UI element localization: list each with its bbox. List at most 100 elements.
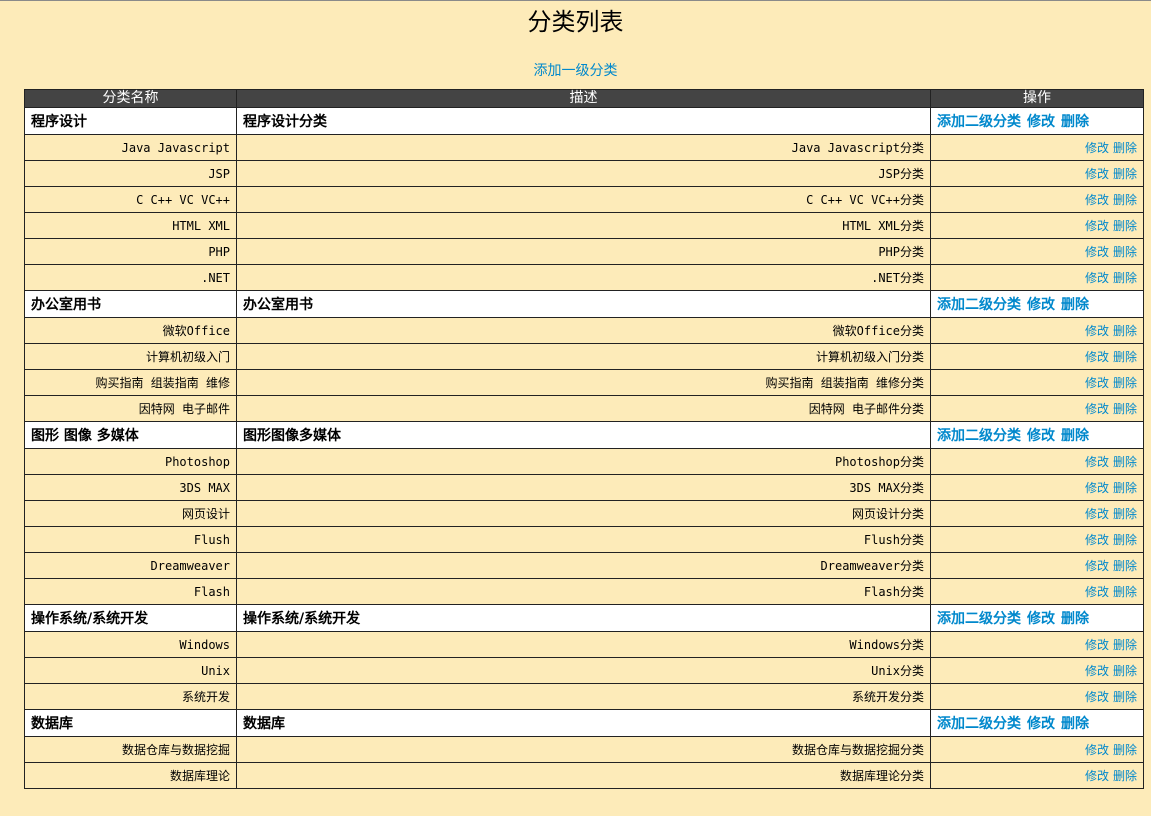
edit-link[interactable]: 修改 xyxy=(1085,376,1109,390)
category-actions: 添加二级分类 修改 删除 xyxy=(930,290,1144,318)
delete-link[interactable]: 删除 xyxy=(1113,402,1137,416)
category-actions: 修改 删除 xyxy=(930,474,1144,501)
category-description: 因特网 电子邮件分类 xyxy=(236,395,931,422)
edit-link[interactable]: 修改 xyxy=(1085,507,1109,521)
category-description: Java Javascript分类 xyxy=(236,134,931,161)
delete-link[interactable]: 删除 xyxy=(1113,664,1137,678)
category-actions: 修改 删除 xyxy=(930,552,1144,579)
category-description: Unix分类 xyxy=(236,657,931,684)
add-subcategory-link[interactable]: 添加二级分类 xyxy=(937,716,1021,732)
edit-link[interactable]: 修改 xyxy=(1085,219,1109,233)
delete-link[interactable]: 删除 xyxy=(1113,141,1137,155)
edit-link[interactable]: 修改 xyxy=(1085,193,1109,207)
delete-link[interactable]: 删除 xyxy=(1061,611,1089,627)
category-name: 数据库 xyxy=(24,709,237,737)
delete-link[interactable]: 删除 xyxy=(1113,193,1137,207)
category-description: 数据库 xyxy=(236,709,931,737)
delete-link[interactable]: 删除 xyxy=(1113,507,1137,521)
category-description: C C++ VC VC++分类 xyxy=(236,186,931,213)
edit-link[interactable]: 修改 xyxy=(1085,141,1109,155)
category-actions: 修改 删除 xyxy=(930,631,1144,658)
edit-link[interactable]: 修改 xyxy=(1085,455,1109,469)
add-subcategory-link[interactable]: 添加二级分类 xyxy=(937,428,1021,444)
delete-link[interactable]: 删除 xyxy=(1113,350,1137,364)
delete-link[interactable]: 删除 xyxy=(1113,585,1137,599)
delete-link[interactable]: 删除 xyxy=(1061,716,1089,732)
category-actions: 修改 删除 xyxy=(930,134,1144,161)
category-description: HTML XML分类 xyxy=(236,212,931,239)
category-name: Photoshop xyxy=(24,448,237,475)
delete-link[interactable]: 删除 xyxy=(1113,769,1137,783)
category-row-level2: 系统开发 系统开发分类 修改 删除 xyxy=(24,683,1144,710)
category-name: Unix xyxy=(24,657,237,684)
add-subcategory-link[interactable]: 添加二级分类 xyxy=(937,611,1021,627)
delete-link[interactable]: 删除 xyxy=(1113,690,1137,704)
delete-link[interactable]: 删除 xyxy=(1113,455,1137,469)
edit-link[interactable]: 修改 xyxy=(1085,559,1109,573)
edit-link[interactable]: 修改 xyxy=(1085,402,1109,416)
add-subcategory-link[interactable]: 添加二级分类 xyxy=(937,297,1021,313)
delete-link[interactable]: 删除 xyxy=(1113,559,1137,573)
category-description: Photoshop分类 xyxy=(236,448,931,475)
delete-link[interactable]: 删除 xyxy=(1113,743,1137,757)
category-name: Flash xyxy=(24,578,237,605)
category-name: 网页设计 xyxy=(24,500,237,527)
category-description: 网页设计分类 xyxy=(236,500,931,527)
edit-link[interactable]: 修改 xyxy=(1085,245,1109,259)
category-table-body: 程序设计 程序设计分类 添加二级分类 修改 删除 Java Javascript Java … xyxy=(24,107,1144,789)
delete-link[interactable]: 删除 xyxy=(1113,324,1137,338)
delete-link[interactable]: 删除 xyxy=(1113,638,1137,652)
edit-link[interactable]: 修改 xyxy=(1027,611,1055,627)
delete-link[interactable]: 删除 xyxy=(1061,297,1089,313)
category-description: 计算机初级入门分类 xyxy=(236,343,931,370)
delete-link[interactable]: 删除 xyxy=(1061,428,1089,444)
delete-link[interactable]: 删除 xyxy=(1113,271,1137,285)
edit-link[interactable]: 修改 xyxy=(1085,350,1109,364)
edit-link[interactable]: 修改 xyxy=(1085,743,1109,757)
category-name: 购买指南 组装指南 维修 xyxy=(24,369,237,396)
edit-link[interactable]: 修改 xyxy=(1085,271,1109,285)
edit-link[interactable]: 修改 xyxy=(1085,769,1109,783)
edit-link[interactable]: 修改 xyxy=(1027,428,1055,444)
delete-link[interactable]: 删除 xyxy=(1113,376,1137,390)
delete-link[interactable]: 删除 xyxy=(1113,245,1137,259)
delete-link[interactable]: 删除 xyxy=(1113,481,1137,495)
category-row-level2: PHP PHP分类 修改 删除 xyxy=(24,238,1144,265)
category-description: .NET分类 xyxy=(236,264,931,291)
edit-link[interactable]: 修改 xyxy=(1085,324,1109,338)
page-title: 分类列表 xyxy=(527,8,624,36)
category-row-level1: 图形 图像 多媒体 图形图像多媒体 添加二级分类 修改 删除 xyxy=(24,421,1144,449)
add-top-category-link[interactable]: 添加一级分类 xyxy=(534,63,618,79)
delete-link[interactable]: 删除 xyxy=(1113,219,1137,233)
category-description: 购买指南 组装指南 维修分类 xyxy=(236,369,931,396)
category-name: .NET xyxy=(24,264,237,291)
edit-link[interactable]: 修改 xyxy=(1085,533,1109,547)
category-name: 3DS MAX xyxy=(24,474,237,501)
edit-link[interactable]: 修改 xyxy=(1027,716,1055,732)
category-name: JSP xyxy=(24,160,237,187)
delete-link[interactable]: 删除 xyxy=(1113,167,1137,181)
delete-link[interactable]: 删除 xyxy=(1061,114,1089,130)
edit-link[interactable]: 修改 xyxy=(1085,690,1109,704)
category-actions: 修改 删除 xyxy=(930,762,1144,789)
category-actions: 添加二级分类 修改 删除 xyxy=(930,604,1144,632)
edit-link[interactable]: 修改 xyxy=(1027,114,1055,130)
edit-link[interactable]: 修改 xyxy=(1085,167,1109,181)
delete-link[interactable]: 删除 xyxy=(1113,533,1137,547)
category-description: Windows分类 xyxy=(236,631,931,658)
add-subcategory-link[interactable]: 添加二级分类 xyxy=(937,114,1021,130)
edit-link[interactable]: 修改 xyxy=(1027,297,1055,313)
category-description: 系统开发分类 xyxy=(236,683,931,710)
edit-link[interactable]: 修改 xyxy=(1085,585,1109,599)
edit-link[interactable]: 修改 xyxy=(1085,664,1109,678)
category-description: JSP分类 xyxy=(236,160,931,187)
category-row-level2: 计算机初级入门 计算机初级入门分类 修改 删除 xyxy=(24,343,1144,370)
edit-link[interactable]: 修改 xyxy=(1085,638,1109,652)
edit-link[interactable]: 修改 xyxy=(1085,481,1109,495)
category-description: Flush分类 xyxy=(236,526,931,553)
category-row-level2: HTML XML HTML XML分类 修改 删除 xyxy=(24,212,1144,239)
category-row-level2: 数据仓库与数据挖掘 数据仓库与数据挖掘分类 修改 删除 xyxy=(24,736,1144,763)
category-name: Java Javascript xyxy=(24,134,237,161)
add-top-category-container: 添加一级分类 xyxy=(0,61,1151,81)
category-name: 操作系统/系统开发 xyxy=(24,604,237,632)
